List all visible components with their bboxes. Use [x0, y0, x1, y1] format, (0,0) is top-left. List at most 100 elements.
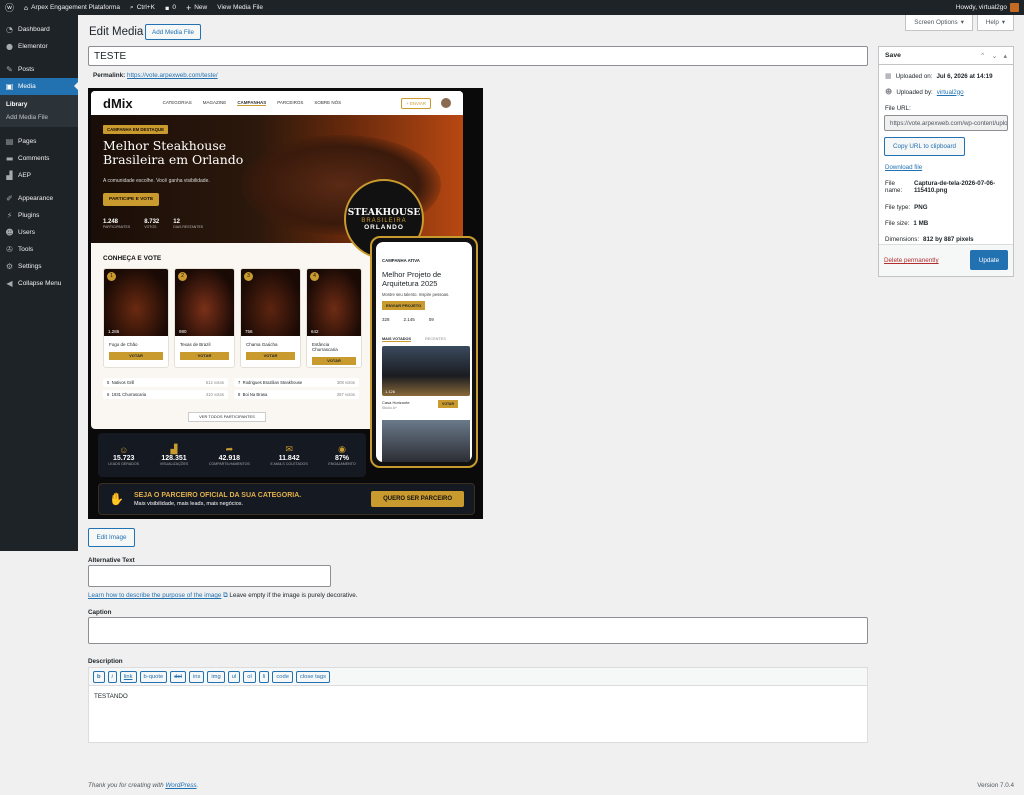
comments-link[interactable]: ▪ 0 [160, 0, 181, 15]
menu-appearance[interactable]: ✐ Appearance [0, 190, 78, 207]
submenu-add-media[interactable]: Add Media File [0, 111, 78, 124]
file-url-input[interactable]: https://vote.arpexweb.com/wp-content/upl… [884, 115, 1008, 131]
home-icon: ⌂ [24, 3, 29, 12]
preview-brand: dMix [103, 95, 133, 111]
users-icon: ☻ [5, 228, 14, 237]
permalink-link[interactable]: https://vote.arpexweb.com/teste/ [127, 72, 218, 79]
menu-dashboard[interactable]: ◔ Dashboard [0, 21, 78, 38]
update-button[interactable]: Update [970, 250, 1008, 270]
save-actions: Delete permanently Update [879, 244, 1013, 276]
settings-icon: ⚙ [5, 262, 14, 271]
my-account-link[interactable]: Howdy, virtual2go [951, 0, 1024, 15]
comment-icon: ▪ [164, 3, 170, 12]
edit-image-button[interactable]: Edit Image [88, 528, 135, 547]
menu-plugins[interactable]: ⚡ Plugins [0, 207, 78, 224]
caption-textarea[interactable] [88, 617, 868, 644]
description-textarea[interactable]: TESTANDO [88, 686, 868, 743]
preview-avatar [441, 98, 451, 108]
preview-phone: CAMPANHA ATIVA Melhor Projeto de Arquite… [370, 236, 478, 468]
add-media-file-button[interactable]: Add Media File [145, 24, 201, 40]
alt-text-hint: Learn how to describe the purpose of the… [88, 592, 358, 599]
quicktags-toolbar: b i link b-quote del ins img ul ol li co… [88, 667, 868, 686]
qt-close-tags-button[interactable]: close tags [295, 670, 331, 683]
qt-ol-button[interactable]: ol [243, 670, 256, 683]
menu-pages[interactable]: ▤ Pages [0, 133, 78, 150]
description-label: Description [88, 658, 123, 665]
dashboard-icon: ◔ [6, 25, 13, 34]
file-type: File type: PNG [885, 204, 928, 211]
media-icon: ▣ [5, 82, 14, 91]
help-button[interactable]: Help ▾ [976, 15, 1014, 31]
move-up-icon[interactable]: ⌃ [980, 52, 986, 60]
view-media-link[interactable]: View Media File [212, 0, 268, 15]
submenu-library[interactable]: Library [0, 98, 78, 111]
alt-text-label: Alternative Text [88, 557, 135, 564]
qt-ins-button[interactable]: ins [188, 670, 205, 683]
elementor-icon: ● [6, 42, 13, 51]
alt-text-help-link[interactable]: Learn how to describe the purpose of the… [88, 592, 221, 599]
qt-code-button[interactable]: code [272, 670, 293, 683]
comments-icon: ▬ [5, 154, 14, 163]
preview-hero: CAMPANHA EM DESTAQUE Melhor Steakhouse B… [91, 115, 463, 259]
title-input[interactable]: TESTE [88, 46, 868, 66]
qt-bold-button[interactable]: b [93, 670, 105, 683]
permalink: Permalink: https://vote.arpexweb.com/tes… [93, 72, 218, 79]
collapse-menu-button[interactable]: ◀ Collapse Menu [0, 275, 78, 292]
menu-comments[interactable]: ▬ Comments [0, 150, 78, 167]
menu-aep[interactable]: ▟ AEP [0, 167, 78, 184]
qt-img-button[interactable]: img [207, 670, 225, 683]
collapse-icon: ◀ [6, 279, 13, 288]
menu-settings[interactable]: ⚙ Settings [0, 258, 78, 275]
qt-italic-button[interactable]: i [107, 670, 117, 683]
copy-url-button[interactable]: Copy URL to clipboard [884, 137, 965, 156]
page-title: Edit Media [89, 26, 144, 38]
file-size: File size: 1 MB [885, 220, 929, 227]
screen-options-button[interactable]: Screen Options ▾ [905, 15, 973, 31]
chart-icon: ▟ [6, 171, 13, 180]
new-content-link[interactable]: + New [181, 0, 212, 15]
delete-permanently-link[interactable]: Delete permanently [884, 257, 939, 264]
site-name-link[interactable]: ⌂ Arpex Engagement Plataforma [19, 0, 125, 15]
menu-elementor[interactable]: ● Elementor [0, 38, 78, 55]
qt-blockquote-button[interactable]: b-quote [139, 670, 168, 683]
pin-icon: ✎ [6, 65, 13, 74]
download-file-link[interactable]: Download file [885, 164, 922, 171]
avatar [1010, 3, 1019, 12]
menu-posts[interactable]: ✎ Posts [0, 61, 78, 78]
footer-version: Version 7.0.4 [977, 782, 1014, 789]
plus-icon: + [185, 2, 192, 13]
wordpress-logo-icon[interactable]: ⓦ [0, 0, 19, 15]
media-submenu: Library Add Media File [0, 95, 78, 127]
caption-label: Caption [88, 609, 112, 616]
preview-partner-banner: ✋ SEJA O PARCEIRO OFICIAL DA SUA CATEGOR… [98, 483, 475, 515]
command-palette-button[interactable]: ⌕ Ctrl+K [125, 0, 160, 15]
file-name: File name: Captura-de-tela-2026-07-06-115… [885, 180, 996, 194]
save-metabox: Save ⌃ ⌄ ▴ ▦ Uploaded on: Jul 6, 2026 at 14:… [878, 46, 1014, 277]
plug-icon: ⚡ [6, 211, 13, 220]
qt-link-button[interactable]: link [119, 670, 137, 683]
uploaded-by: ☻ Uploaded by: virtual2go [885, 88, 964, 96]
alt-text-input[interactable] [88, 565, 331, 587]
qt-ul-button[interactable]: ul [227, 670, 241, 683]
move-down-icon[interactable]: ⌄ [992, 52, 998, 60]
menu-users[interactable]: ☻ Users [0, 224, 78, 241]
preview-ranking: 5 Nativos Grill 512 votos 7 Rodrigues Bra… [103, 378, 359, 399]
calendar-icon: ▦ [885, 72, 892, 80]
brush-icon: ✐ [6, 194, 13, 203]
screen-meta-links: Screen Options ▾ Help ▾ [905, 15, 1014, 31]
image-preview: dMix CATEGORIAS MAGAZINE CAMPANHAS PARCE… [88, 88, 483, 519]
uploader-link[interactable]: virtual2go [937, 89, 964, 96]
menu-media[interactable]: ▣ Media [0, 78, 78, 95]
wordpress-link[interactable]: WordPress [165, 782, 196, 789]
wrench-icon: ✇ [6, 245, 13, 254]
toggle-panel-icon[interactable]: ▴ [1003, 52, 1007, 60]
qt-li-button[interactable]: li [258, 670, 270, 683]
admin-bar: ⓦ ⌂ Arpex Engagement Plataforma ⌕ Ctrl+K ▪… [0, 0, 1024, 15]
dimensions: Dimensions: 812 by 887 pixels [885, 236, 974, 243]
uploaded-on: ▦ Uploaded on: Jul 6, 2026 at 14:19 [885, 72, 993, 80]
menu-tools[interactable]: ✇ Tools [0, 241, 78, 258]
qt-del-button[interactable]: del [170, 670, 186, 683]
save-metabox-header: Save ⌃ ⌄ ▴ [879, 47, 1013, 65]
admin-sidebar: ◔ Dashboard ● Elementor ✎ Posts ▣ Media Libr… [0, 15, 78, 551]
file-url-label: File URL: [885, 105, 911, 112]
